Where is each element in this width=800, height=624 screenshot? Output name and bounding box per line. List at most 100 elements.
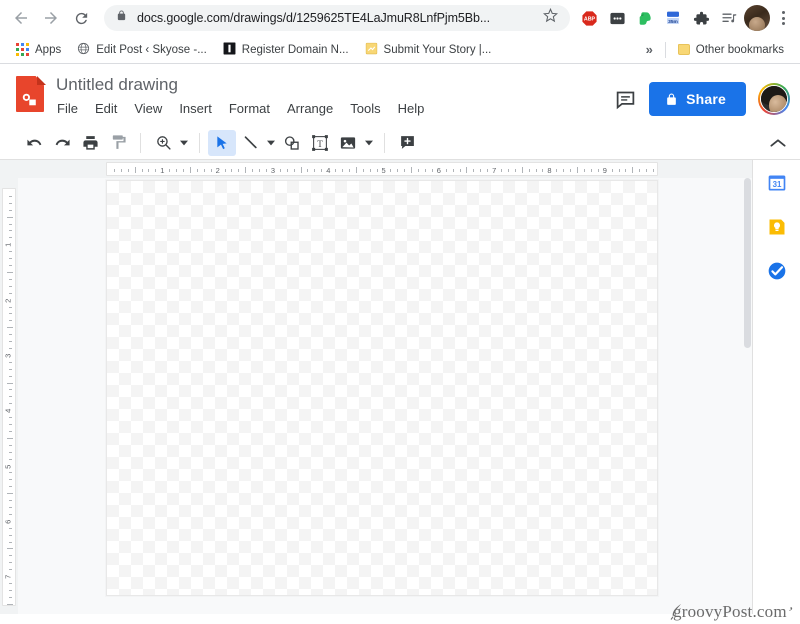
image-dropdown-button[interactable] [362,130,376,156]
ruler-tick [279,168,281,172]
ruler-tick [7,437,13,439]
google-calendar-icon[interactable]: 31 [766,172,788,194]
ruler-tick [335,168,337,172]
ruler-tick [418,168,420,172]
collapse-menus-button[interactable] [764,130,792,156]
ruler-tick [466,167,468,173]
menu-edit[interactable]: Edit [88,98,124,120]
adblock-plus-extension[interactable]: ABP [576,5,602,31]
page-icon [365,42,378,58]
ruler-tick [141,168,143,172]
undo-button[interactable] [20,130,48,156]
line-icon [244,136,257,149]
ruler-tick [8,430,12,432]
menu-help[interactable]: Help [391,98,432,120]
print-button[interactable] [76,130,104,156]
chevron-down-icon [267,140,275,145]
ruler-tick [355,167,357,173]
side-panel: 31 [752,160,800,614]
ruler-tick [362,168,364,172]
drawing-canvas[interactable] [106,180,658,596]
bookmarks-overflow-button[interactable]: » [638,40,661,59]
bookmark-apps[interactable]: Apps [8,40,69,59]
bookmark-edit-post-skyose[interactable]: Edit Post ‹ Skyose -... [69,39,215,61]
ruler-tick [120,168,122,172]
select-button[interactable] [208,129,236,156]
dots-extension[interactable] [604,5,630,31]
ruler-tick [7,382,13,384]
svg-text:ABP: ABP [583,16,595,22]
zoom-button[interactable] [149,130,177,156]
ruler-label: 4 [326,165,331,175]
add-comment-button[interactable] [393,130,421,156]
menu-format[interactable]: Format [222,98,277,120]
ruler-tick [8,230,12,232]
menu-tools[interactable]: Tools [343,98,387,120]
menu-arrange[interactable]: Arrange [280,98,340,120]
forward-arrow-icon [45,12,57,24]
profile-avatar[interactable] [744,5,770,31]
ruler-tick [8,486,12,488]
media-playlist-icon[interactable] [716,5,742,31]
forward-button[interactable] [36,3,66,33]
bookmark-submit-your-story[interactable]: Submit Your Story |... [357,39,500,61]
vertical-scrollbar[interactable] [743,178,752,614]
ruler-tick [8,278,12,280]
comment-icon [616,91,634,109]
paint-format-button[interactable] [104,130,132,156]
bookmark-register-domain[interactable]: Register Domain N... [215,39,357,61]
text-box-button[interactable]: T [306,130,334,156]
ruler-tick [8,389,12,391]
google-keep-icon[interactable] [766,216,788,238]
shape-icon [284,135,299,150]
ruler-tick [507,168,509,172]
time-tracker-label: 35m [668,19,678,25]
chrome-menu-button[interactable] [772,4,794,32]
horizontal-ruler[interactable]: 1 2 3 4 5 6 7 8 9 [18,160,752,178]
line-dropdown-button[interactable] [264,130,278,156]
back-button[interactable] [6,3,36,33]
toolbar-divider [384,132,385,153]
ruler-tick [8,375,12,377]
ruler-tick [8,209,12,211]
ruler-label: 1 [160,165,165,175]
menu-view[interactable]: View [127,98,169,120]
share-button[interactable]: Share [649,82,746,116]
shape-button[interactable] [278,130,306,156]
ruler-tick [445,168,447,172]
ruler-tick [521,167,523,173]
reload-button[interactable] [66,3,96,33]
drawing-toolbar: T [0,126,800,160]
ruler-tick [8,368,12,370]
ruler-tick [8,347,12,349]
image-button[interactable] [334,130,362,156]
time-tracker-extension[interactable]: 35m [660,5,686,31]
redo-button[interactable] [48,130,76,156]
ruler-label: 9 [602,165,607,175]
zoom-dropdown-button[interactable] [177,130,191,156]
comment-history-button[interactable] [613,87,637,111]
account-avatar[interactable] [758,83,790,115]
scrollbar-thumb[interactable] [744,178,751,348]
bookmark-star-icon[interactable] [542,7,559,28]
menu-insert[interactable]: Insert [172,98,219,120]
vertical-ruler[interactable]: 1 2 3 4 5 6 7 [0,178,18,614]
extensions-puzzle-icon[interactable] [688,5,714,31]
google-tasks-icon[interactable] [766,260,788,282]
line-button[interactable] [236,130,264,156]
ruler-tick [8,237,12,239]
menu-file[interactable]: File [50,98,85,120]
bookmark-label: Register Domain N... [241,43,349,56]
address-bar[interactable]: docs.google.com/drawings/d/1259625TE4LaJ… [104,5,570,31]
share-button-label: Share [686,91,726,107]
ruler-tick [7,493,13,495]
text-box-icon: T [312,134,328,151]
folder-icon [677,44,690,55]
google-drawings-logo[interactable] [16,76,46,112]
other-bookmarks-folder[interactable]: Other bookmarks [670,41,792,59]
ruler-tick [8,202,12,204]
document-title[interactable]: Untitled drawing [56,74,613,96]
chevron-up-icon [770,138,786,147]
evernote-extension[interactable] [632,5,658,31]
ruler-label: 2 [3,298,13,303]
